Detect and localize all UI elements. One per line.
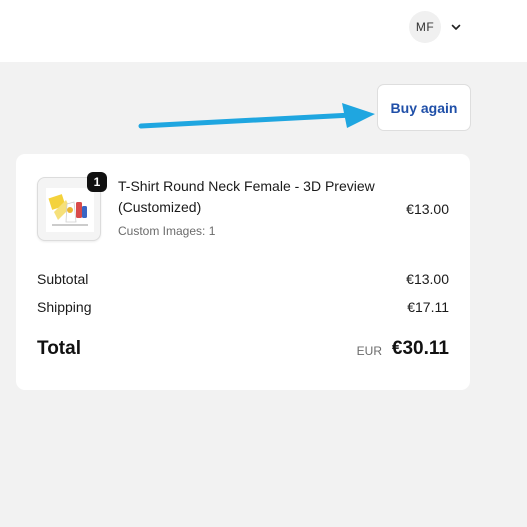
order-summary-card: 1 T-Shirt Round Neck Female - 3D Preview… [16,154,470,390]
subtotal-label: Subtotal [37,271,89,287]
total-value: €30.11 [391,338,449,359]
subtotal-value: €13.00 [406,271,449,287]
top-bar: MF [0,0,527,62]
chevron-down-icon[interactable] [450,21,462,33]
avatar-initials: MF [415,20,435,34]
product-image [46,188,94,232]
shipping-value: €17.11 [407,299,449,315]
total-label: Total [37,338,81,359]
item-meta: Custom Images: 1 [118,224,216,238]
buy-again-button[interactable]: Buy again [377,84,471,131]
shipping-label: Shipping [37,299,92,315]
item-title: T-Shirt Round Neck Female - 3D Preview (… [118,178,375,215]
item-price: €13.00 [406,201,449,217]
account-menu[interactable]: MF [409,11,462,43]
arrow-right-icon [138,103,375,129]
avatar[interactable]: MF [409,11,441,43]
currency-code: EUR [356,344,382,358]
quantity-badge: 1 [87,172,107,192]
